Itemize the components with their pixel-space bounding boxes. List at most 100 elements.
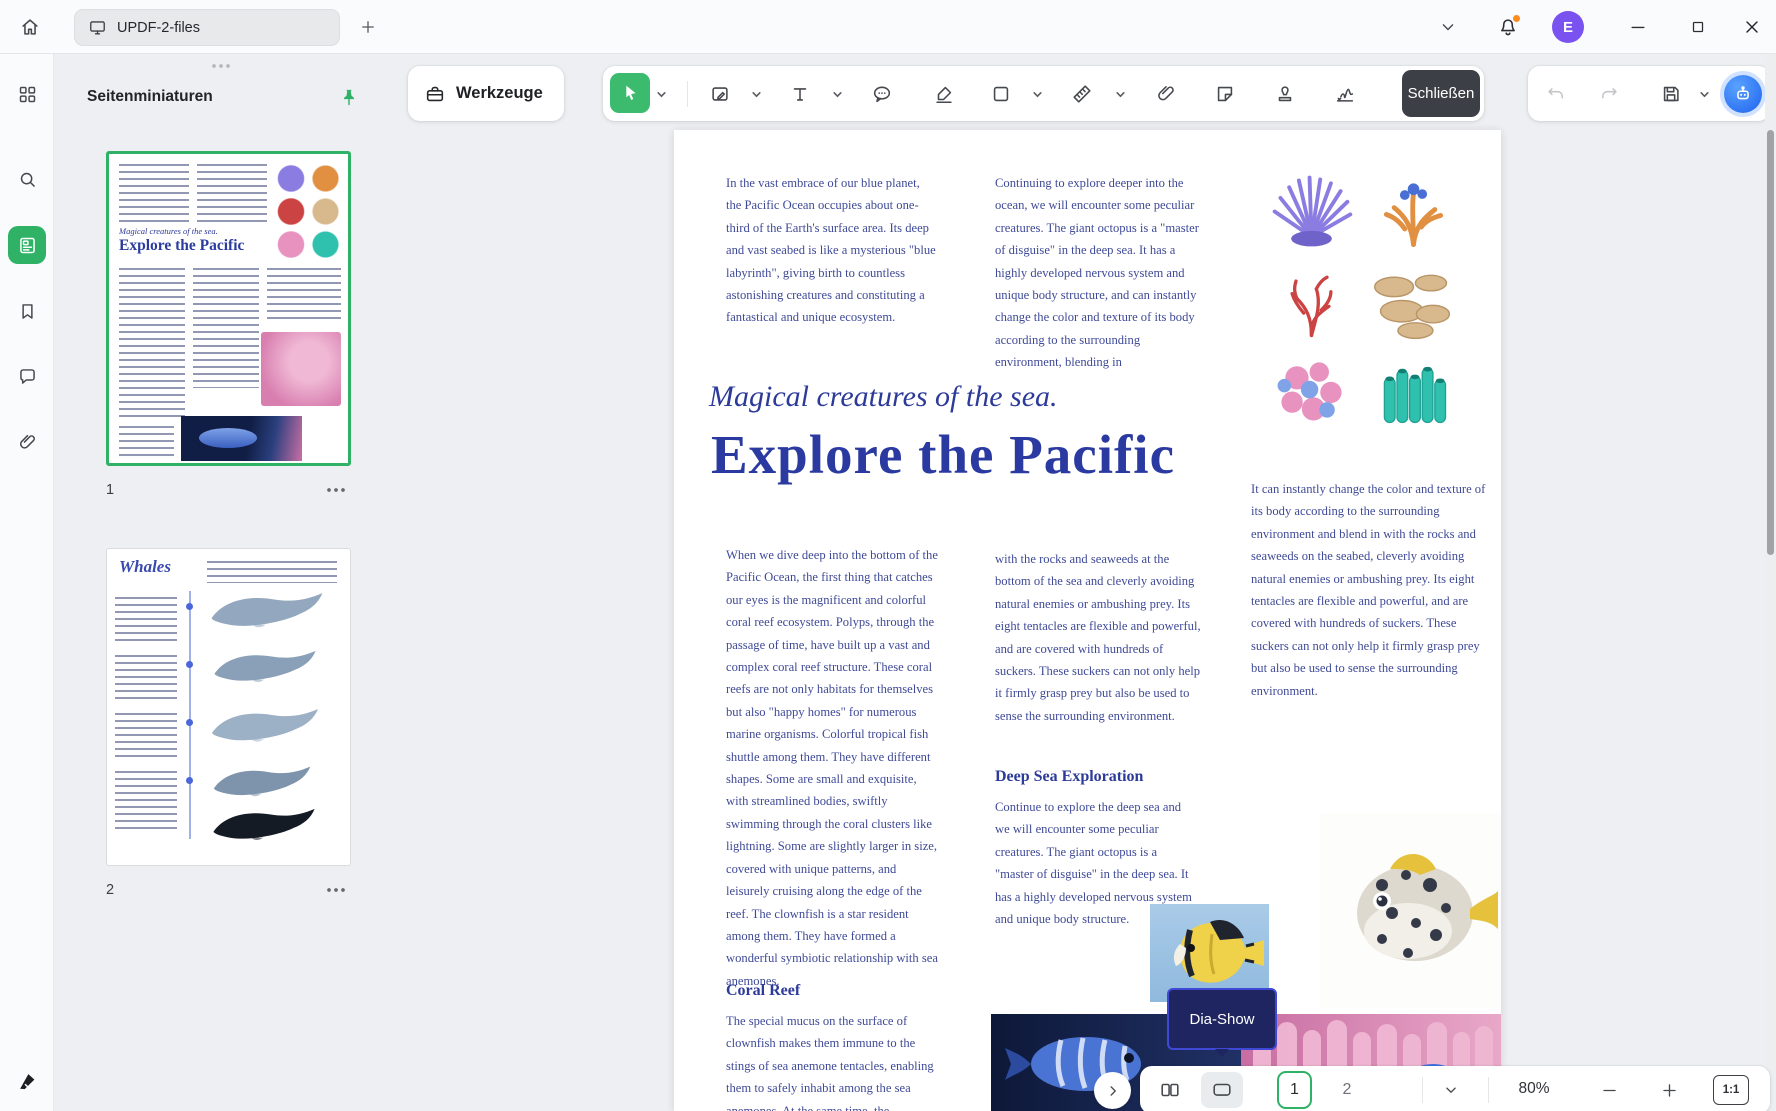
tools-menu-label: Werkzeuge: [456, 84, 543, 103]
shapes-tool-dropdown[interactable]: [1029, 86, 1045, 102]
pin-icon: [339, 87, 359, 107]
thumbnail-2-row: 2: [106, 878, 351, 902]
plus-icon: [359, 18, 377, 36]
minimize-button[interactable]: [1618, 7, 1658, 47]
doc-middle-column: with the rocks and seaweeds at the botto…: [995, 548, 1205, 727]
toolbar-divider: [687, 81, 688, 107]
stamp-tool-button[interactable]: [1267, 76, 1303, 112]
titlebar: UPDF-2-files E: [0, 0, 1776, 54]
sidebar-item-page-thumbnails[interactable]: [8, 226, 46, 264]
home-button[interactable]: [10, 7, 50, 47]
page-more-button[interactable]: [323, 880, 351, 900]
page-number-label: 1: [106, 482, 114, 498]
page-thumbnail-2[interactable]: Whales: [106, 548, 351, 866]
page-list-dropdown[interactable]: [1433, 1072, 1469, 1108]
search-icon: [17, 169, 38, 190]
highlighter-tool-icon: [933, 83, 955, 105]
doc-title: Explore the Pacific: [711, 423, 1175, 486]
page-thumbnail-1[interactable]: Magical creatures of the sea. Explore th…: [106, 151, 351, 466]
pink-blue-coral-image: [1263, 348, 1360, 432]
page-thumbnails-panel: Seitenminiaturen Magical creatures of th…: [54, 54, 392, 1111]
chevron-down-icon: [1442, 1081, 1460, 1099]
scrollbar-thumb[interactable]: [1767, 130, 1774, 555]
chevron-right-icon: [1104, 1082, 1122, 1100]
panel-drag-handle[interactable]: [212, 64, 232, 68]
shapes-tool-button[interactable]: [983, 76, 1019, 112]
updf-logo-icon: [16, 1070, 38, 1092]
pufferfish-image: [1320, 813, 1501, 1008]
redo-icon: [1598, 83, 1620, 105]
text-tool-dropdown[interactable]: [829, 86, 845, 102]
expand-bar-button[interactable]: [1094, 1072, 1131, 1109]
save-dropdown[interactable]: [1696, 86, 1712, 102]
document-tab[interactable]: UPDF-2-files: [74, 9, 340, 46]
tab-title: UPDF-2-files: [117, 20, 200, 36]
edit-tool-button[interactable]: [702, 76, 738, 112]
bottom-control-bar: 1 2 80% 1:1: [1140, 1066, 1770, 1111]
orca-illustration: [205, 805, 325, 847]
titlebar-collapse-button[interactable]: [1428, 7, 1468, 47]
tools-menu-button[interactable]: Werkzeuge: [408, 66, 564, 121]
stamp-tool-icon: [1274, 83, 1296, 105]
undo-icon: [1545, 83, 1567, 105]
undo-button[interactable]: [1538, 76, 1574, 112]
sticker-tool-icon: [1214, 83, 1236, 105]
sidebar-item-apps[interactable]: [8, 75, 46, 113]
actual-size-label: 1:1: [1723, 1084, 1740, 1096]
edit-tool-dropdown[interactable]: [748, 86, 764, 102]
pin-panel-button[interactable]: [334, 82, 364, 112]
home-icon: [19, 16, 41, 38]
measure-tool-dropdown[interactable]: [1112, 86, 1128, 102]
redo-button[interactable]: [1591, 76, 1627, 112]
close-editor-button[interactable]: Schließen: [1402, 70, 1480, 117]
panel-header: Seitenminiaturen: [54, 80, 392, 114]
text-tool-icon: [789, 83, 811, 105]
pdf-page[interactable]: In the vast embrace of our blue planet, …: [674, 130, 1501, 1111]
actual-size-button[interactable]: 1:1: [1713, 1075, 1749, 1105]
avatar-initial: E: [1563, 19, 1573, 36]
doc-right-column: It can instantly change the color and te…: [1251, 478, 1489, 702]
sticker-tool-button[interactable]: [1207, 76, 1243, 112]
measure-tool-button[interactable]: [1064, 76, 1100, 112]
comment-tool-button[interactable]: [864, 76, 900, 112]
attachment-tool-button[interactable]: [1148, 76, 1184, 112]
notifications-button[interactable]: [1488, 7, 1528, 47]
ai-assistant-button[interactable]: [1724, 75, 1762, 113]
main-toolbar: Schließen: [603, 66, 1484, 121]
new-tab-button[interactable]: [354, 13, 382, 41]
sidebar-item-attachments[interactable]: [8, 423, 46, 461]
save-button[interactable]: [1653, 76, 1689, 112]
signature-tool-button[interactable]: [1327, 76, 1363, 112]
page-spread-button[interactable]: [1152, 1072, 1188, 1108]
coral-reef-heading: Coral Reef: [726, 982, 800, 1000]
deep-sea-heading: Deep Sea Exploration: [995, 768, 1143, 786]
account-avatar[interactable]: E: [1552, 11, 1584, 43]
sidebar-item-bookmarks[interactable]: [8, 292, 46, 330]
chevron-down-icon: [1699, 89, 1710, 100]
tooltip-label: Dia-Show: [1189, 1011, 1254, 1028]
sidebar-item-comments[interactable]: [8, 357, 46, 395]
highlighter-tool-button[interactable]: [926, 76, 962, 112]
mini-text-block: [119, 164, 189, 222]
text-tool-button[interactable]: [782, 76, 818, 112]
mini-text-block: [119, 268, 185, 420]
page-more-button[interactable]: [323, 480, 351, 500]
select-tool-dropdown[interactable]: [653, 86, 669, 102]
bar-divider: [1422, 1077, 1423, 1103]
maximize-button[interactable]: [1678, 7, 1718, 47]
zoom-in-button[interactable]: [1651, 1072, 1687, 1108]
zoom-out-button[interactable]: [1591, 1072, 1627, 1108]
close-icon: [1742, 17, 1762, 37]
close-window-button[interactable]: [1732, 7, 1772, 47]
sidebar-item-search[interactable]: [8, 160, 46, 198]
slideshow-button[interactable]: [1201, 1072, 1243, 1108]
chevron-down-icon: [1438, 17, 1458, 37]
sidebar-updf-logo[interactable]: [8, 1062, 46, 1100]
select-tool-button[interactable]: [610, 73, 650, 113]
mini-page2-title: Whales: [119, 557, 171, 577]
next-page-button[interactable]: 2: [1332, 1071, 1362, 1109]
comment-tool-icon: [871, 83, 893, 105]
current-page-number: 1: [1290, 1081, 1299, 1098]
current-page-button[interactable]: 1: [1277, 1071, 1312, 1109]
attachment-tool-icon: [1155, 83, 1177, 105]
